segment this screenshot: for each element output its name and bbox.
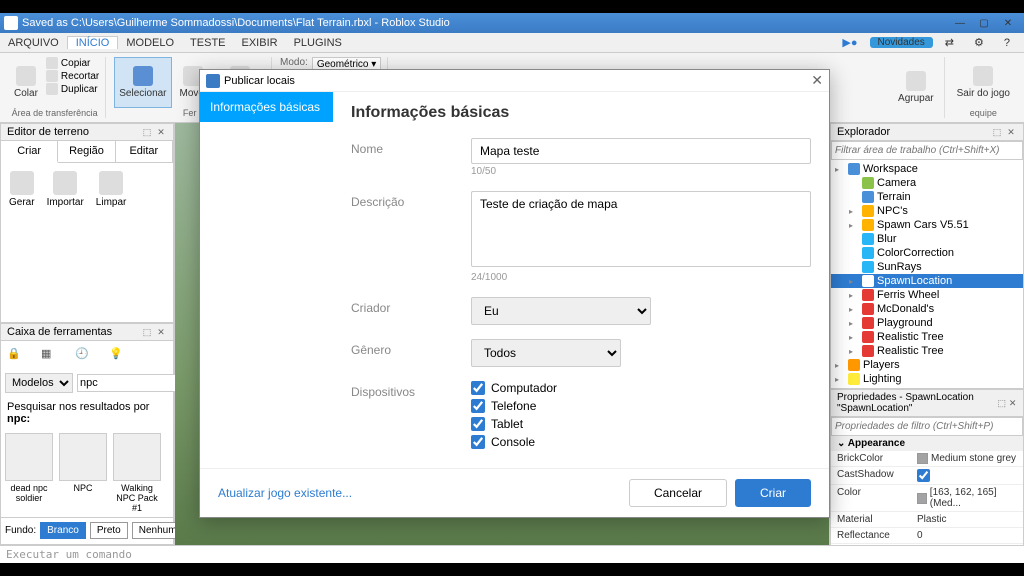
dialog-close-icon[interactable]: ✕ <box>811 72 823 89</box>
share-icon[interactable]: ⇄ <box>937 36 962 49</box>
menu-exibir[interactable]: EXIBIR <box>234 37 286 49</box>
tree-node[interactable]: Blur <box>831 232 1023 246</box>
tree-node[interactable]: ▸Playground <box>831 316 1023 330</box>
publish-dialog: Publicar locais ✕ Informações básicas In… <box>199 69 830 518</box>
cancel-button[interactable]: Cancelar <box>629 479 727 507</box>
toolbox-item[interactable]: NPC <box>59 433 107 513</box>
group-button[interactable]: Agrupar <box>894 57 938 118</box>
copy-button[interactable]: Copiar <box>46 57 99 69</box>
property-row[interactable]: CastShadow <box>831 467 1023 485</box>
limpar-tool[interactable]: Limpar <box>96 171 127 208</box>
dialog-heading: Informações básicas <box>351 104 811 122</box>
property-row[interactable]: Transparency0 <box>831 544 1023 545</box>
settings-icon[interactable]: ⚙ <box>966 36 992 49</box>
menu-arquivo[interactable]: ARQUIVO <box>0 37 67 49</box>
select-tool[interactable]: Selecionar <box>114 57 171 108</box>
tree-node[interactable]: ▸Ferris Wheel <box>831 288 1023 302</box>
cut-button[interactable]: Recortar <box>46 70 99 82</box>
tree-node[interactable]: ▸Realistic Tree <box>831 330 1023 344</box>
bg-preto[interactable]: Preto <box>90 522 128 539</box>
menubar: ARQUIVO INÍCIO MODELO TESTE EXIBIR PLUGI… <box>0 33 1024 53</box>
importar-tool[interactable]: Importar <box>47 171 84 208</box>
menu-teste[interactable]: TESTE <box>182 37 233 49</box>
create-button[interactable]: Criar <box>735 479 811 507</box>
tree-node[interactable]: ▸Realistic Tree <box>831 344 1023 358</box>
property-row[interactable]: Color [163, 162, 165] (Med... <box>831 485 1023 512</box>
terrain-panel-title: Editor de terreno <box>7 126 89 138</box>
app-icon <box>4 16 18 30</box>
tree-node[interactable]: Terrain <box>831 190 1023 204</box>
menu-modelo[interactable]: MODELO <box>118 37 182 49</box>
bg-branco[interactable]: Branco <box>40 522 86 539</box>
tree-node[interactable]: ▸McDonald's <box>831 302 1023 316</box>
device-checkbox[interactable]: Tablet <box>471 417 811 431</box>
explorer-filter[interactable] <box>831 141 1023 160</box>
tree-node[interactable]: ColorCorrection <box>831 246 1023 260</box>
description-input[interactable] <box>471 191 811 267</box>
properties-title: Propriedades - SpawnLocation "SpawnLocat… <box>837 392 995 414</box>
creator-select[interactable]: Eu <box>471 297 651 325</box>
tree-node[interactable]: ▸Players <box>831 358 1023 372</box>
exit-game-button[interactable]: Sair do jogo <box>953 57 1014 108</box>
menu-plugins[interactable]: PLUGINS <box>286 37 350 49</box>
window-title: Saved as C:\Users\Guilherme Sommadossi\D… <box>22 17 450 29</box>
toolbox-title: Caixa de ferramentas <box>7 326 112 338</box>
device-checkbox[interactable]: Telefone <box>471 399 811 413</box>
close-panel-icon[interactable]: ✕ <box>155 126 167 138</box>
genre-select[interactable]: Todos <box>471 339 621 367</box>
command-bar[interactable]: Executar um comando <box>0 545 1024 563</box>
tree-node[interactable]: Camera <box>831 176 1023 190</box>
toolbox-item[interactable]: Walking NPC Pack #1 <box>113 433 161 513</box>
minimize-button[interactable]: — <box>948 15 972 31</box>
device-checkbox[interactable]: Console <box>471 435 811 449</box>
tab-basic-info[interactable]: Informações básicas <box>200 92 333 122</box>
explorer-title: Explorador <box>837 126 890 138</box>
property-row[interactable]: BrickColor Medium stone grey <box>831 451 1023 467</box>
maximize-button[interactable]: ▢ <box>972 15 996 31</box>
novidades-badge[interactable]: Novidades <box>870 37 933 48</box>
device-checkbox[interactable]: Computador <box>471 381 811 395</box>
property-row[interactable]: Reflectance0 <box>831 528 1023 544</box>
paste-button[interactable]: Colar <box>10 57 42 108</box>
marketplace-icon[interactable]: 🔒 <box>7 347 23 363</box>
tree-node[interactable]: ▸Workspace <box>831 162 1023 176</box>
grid-icon[interactable]: ▦ <box>41 347 57 363</box>
tab-editar[interactable]: Editar <box>116 141 173 162</box>
tree-node[interactable]: ▸Lighting <box>831 372 1023 386</box>
undock-icon[interactable]: ⬚ <box>141 126 153 138</box>
tree-node[interactable]: ▸SpawnLocation <box>831 274 1023 288</box>
tree-node[interactable]: ▸NPC's <box>831 204 1023 218</box>
titlebar: Saved as C:\Users\Guilherme Sommadossi\D… <box>0 13 1024 33</box>
dialog-title: Publicar locais <box>224 75 295 87</box>
tab-regiao[interactable]: Região <box>58 141 115 162</box>
property-row[interactable]: MaterialPlastic <box>831 512 1023 528</box>
close-button[interactable]: ✕ <box>996 15 1020 31</box>
duplicate-button[interactable]: Duplicar <box>46 83 99 95</box>
gerar-tool[interactable]: Gerar <box>9 171 35 208</box>
help-icon[interactable]: ? <box>996 37 1018 49</box>
properties-filter[interactable] <box>831 417 1023 436</box>
tab-criar[interactable]: Criar <box>1 141 58 163</box>
tree-node[interactable]: ▸Spawn Cars V5.51 <box>831 218 1023 232</box>
tree-node[interactable]: SunRays <box>831 260 1023 274</box>
toolbox-item[interactable]: dead npc soldier <box>5 433 53 513</box>
recent-icon[interactable]: 🕘 <box>75 347 91 363</box>
explorer-tree: ▸WorkspaceCameraTerrain▸NPC's▸Spawn Cars… <box>831 160 1023 388</box>
category-select[interactable]: Modelos <box>5 373 73 393</box>
dialog-icon <box>206 74 220 88</box>
update-existing-link[interactable]: Atualizar jogo existente... <box>218 486 352 500</box>
name-input[interactable] <box>471 138 811 164</box>
idea-icon[interactable]: 💡 <box>109 347 125 363</box>
menu-inicio[interactable]: INÍCIO <box>67 36 119 49</box>
